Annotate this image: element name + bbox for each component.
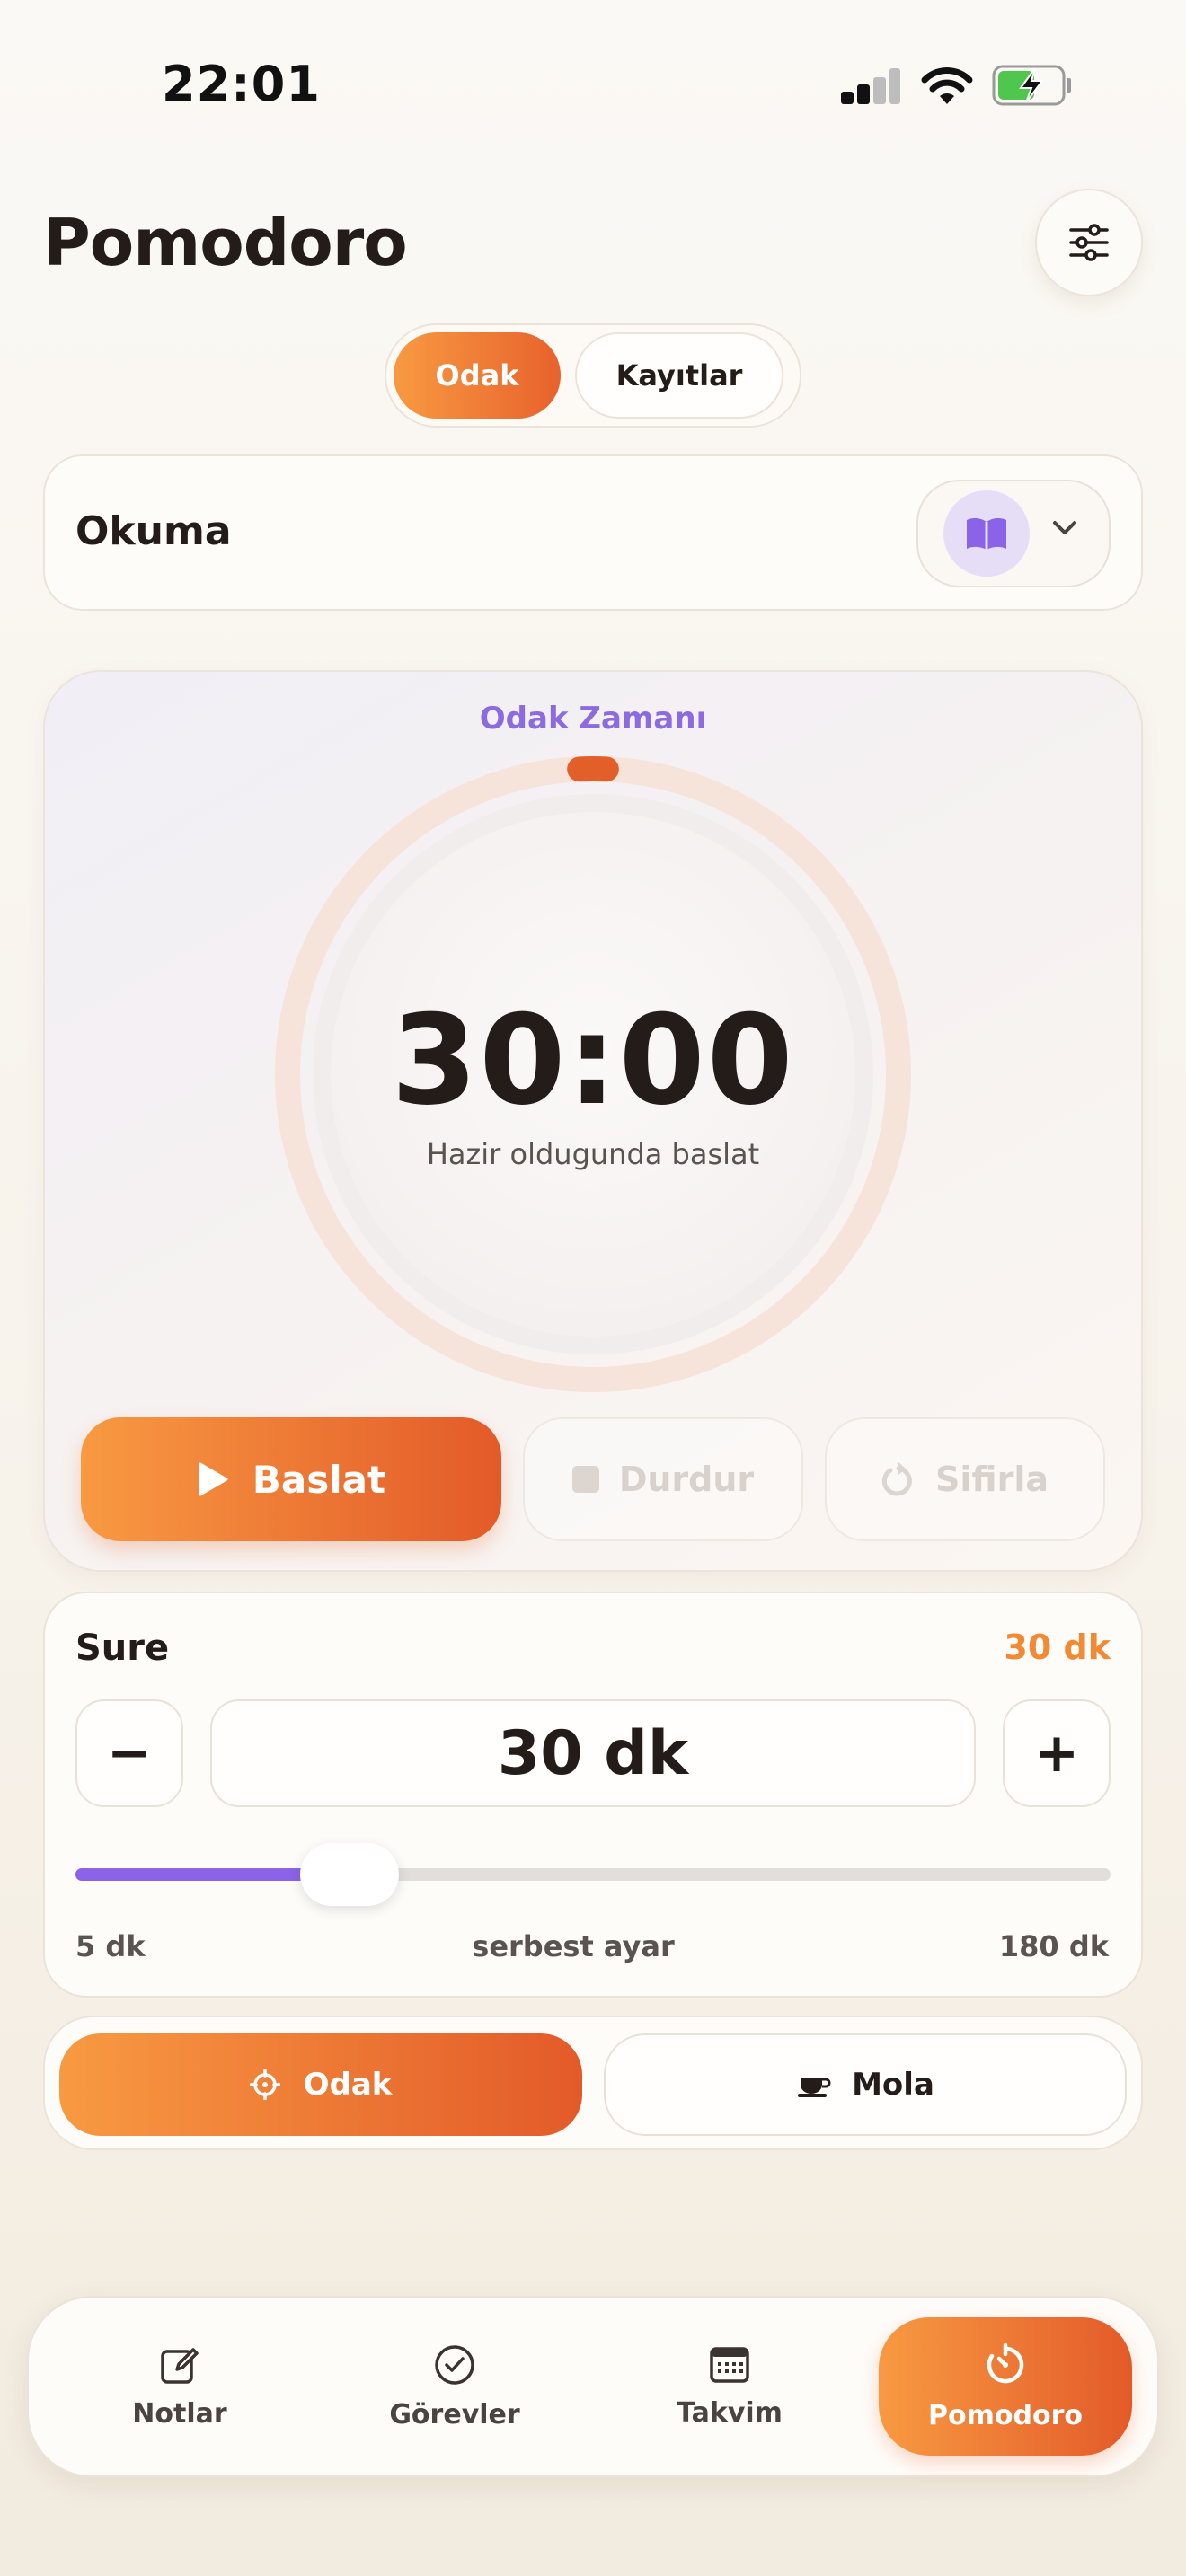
- duration-slider-thumb[interactable]: [300, 1843, 399, 1906]
- tab-calendar[interactable]: Takvim: [649, 2308, 810, 2465]
- segment-focus[interactable]: Odak: [394, 332, 561, 419]
- timer-mode-label: Odak Zamanı: [479, 701, 707, 737]
- reset-button-label: Sifirla: [935, 1460, 1049, 1499]
- timer-hint: Hazir oldugunda baslat: [426, 1137, 760, 1171]
- tab-pomodoro[interactable]: Pomodoro: [879, 2317, 1132, 2456]
- coffee-cup-icon: [798, 2078, 831, 2097]
- tab-pomodoro-label: Pomodoro: [928, 2399, 1083, 2431]
- category-name: Okuma: [75, 508, 232, 554]
- stop-button-label: Durdur: [618, 1460, 755, 1499]
- duration-value-field[interactable]: 30 dk: [210, 1699, 976, 1807]
- tab-notes-label: Notlar: [132, 2397, 227, 2430]
- duration-slider-fill: [75, 1868, 318, 1881]
- tab-tasks[interactable]: Görevler: [374, 2308, 535, 2465]
- play-icon: [199, 1462, 228, 1496]
- duration-badge: 30 dk: [1004, 1628, 1111, 1667]
- tab-notes[interactable]: Notlar: [99, 2308, 261, 2465]
- tab-calendar-label: Takvim: [677, 2396, 783, 2429]
- timer-countdown: 30:00: [391, 988, 795, 1133]
- segment-logs[interactable]: Kayıtlar: [575, 332, 783, 419]
- category-icon-badge: [943, 490, 1030, 577]
- stop-button[interactable]: Durdur: [523, 1417, 803, 1541]
- start-button-label: Baslat: [252, 1457, 386, 1502]
- plus-icon: +: [1033, 1722, 1080, 1785]
- increase-duration-button[interactable]: +: [1003, 1699, 1111, 1807]
- edit-note-icon: [161, 2347, 199, 2384]
- mode-break-label: Mola: [852, 2067, 934, 2103]
- chevron-down-icon: [1051, 519, 1078, 541]
- sliders-icon: [1069, 224, 1109, 261]
- battery-charging-icon: [992, 65, 1073, 106]
- cellular-signal-icon: [841, 68, 900, 104]
- calendar-icon: [710, 2346, 749, 2383]
- view-segmented-control: Odak Kayıtlar: [385, 323, 801, 428]
- stop-icon: [571, 1466, 599, 1493]
- mode-break-button[interactable]: Mola: [604, 2033, 1127, 2136]
- duration-title: Sure: [75, 1628, 170, 1669]
- status-time: 22:01: [162, 56, 321, 112]
- minus-icon: −: [106, 1722, 153, 1785]
- tab-tasks-label: Görevler: [389, 2398, 520, 2430]
- crosshair-icon: [249, 2069, 280, 2100]
- book-icon: [967, 517, 1006, 550]
- page-title: Pomodoro: [43, 205, 408, 280]
- wifi-icon: [920, 65, 974, 110]
- settings-button[interactable]: [1035, 189, 1143, 296]
- slider-max-label: 180 dk: [998, 1929, 1109, 1963]
- start-button[interactable]: Baslat: [81, 1417, 501, 1541]
- mode-focus-button[interactable]: Odak: [59, 2033, 582, 2136]
- reset-button[interactable]: Sifirla: [825, 1417, 1105, 1541]
- mode-focus-label: Odak: [303, 2067, 393, 2103]
- timer-icon: [987, 2342, 1024, 2383]
- decrease-duration-button[interactable]: −: [75, 1699, 183, 1807]
- reset-icon: [881, 1462, 912, 1496]
- slider-mid-label: serbest ayar: [472, 1929, 675, 1963]
- check-circle-icon: [435, 2344, 474, 2385]
